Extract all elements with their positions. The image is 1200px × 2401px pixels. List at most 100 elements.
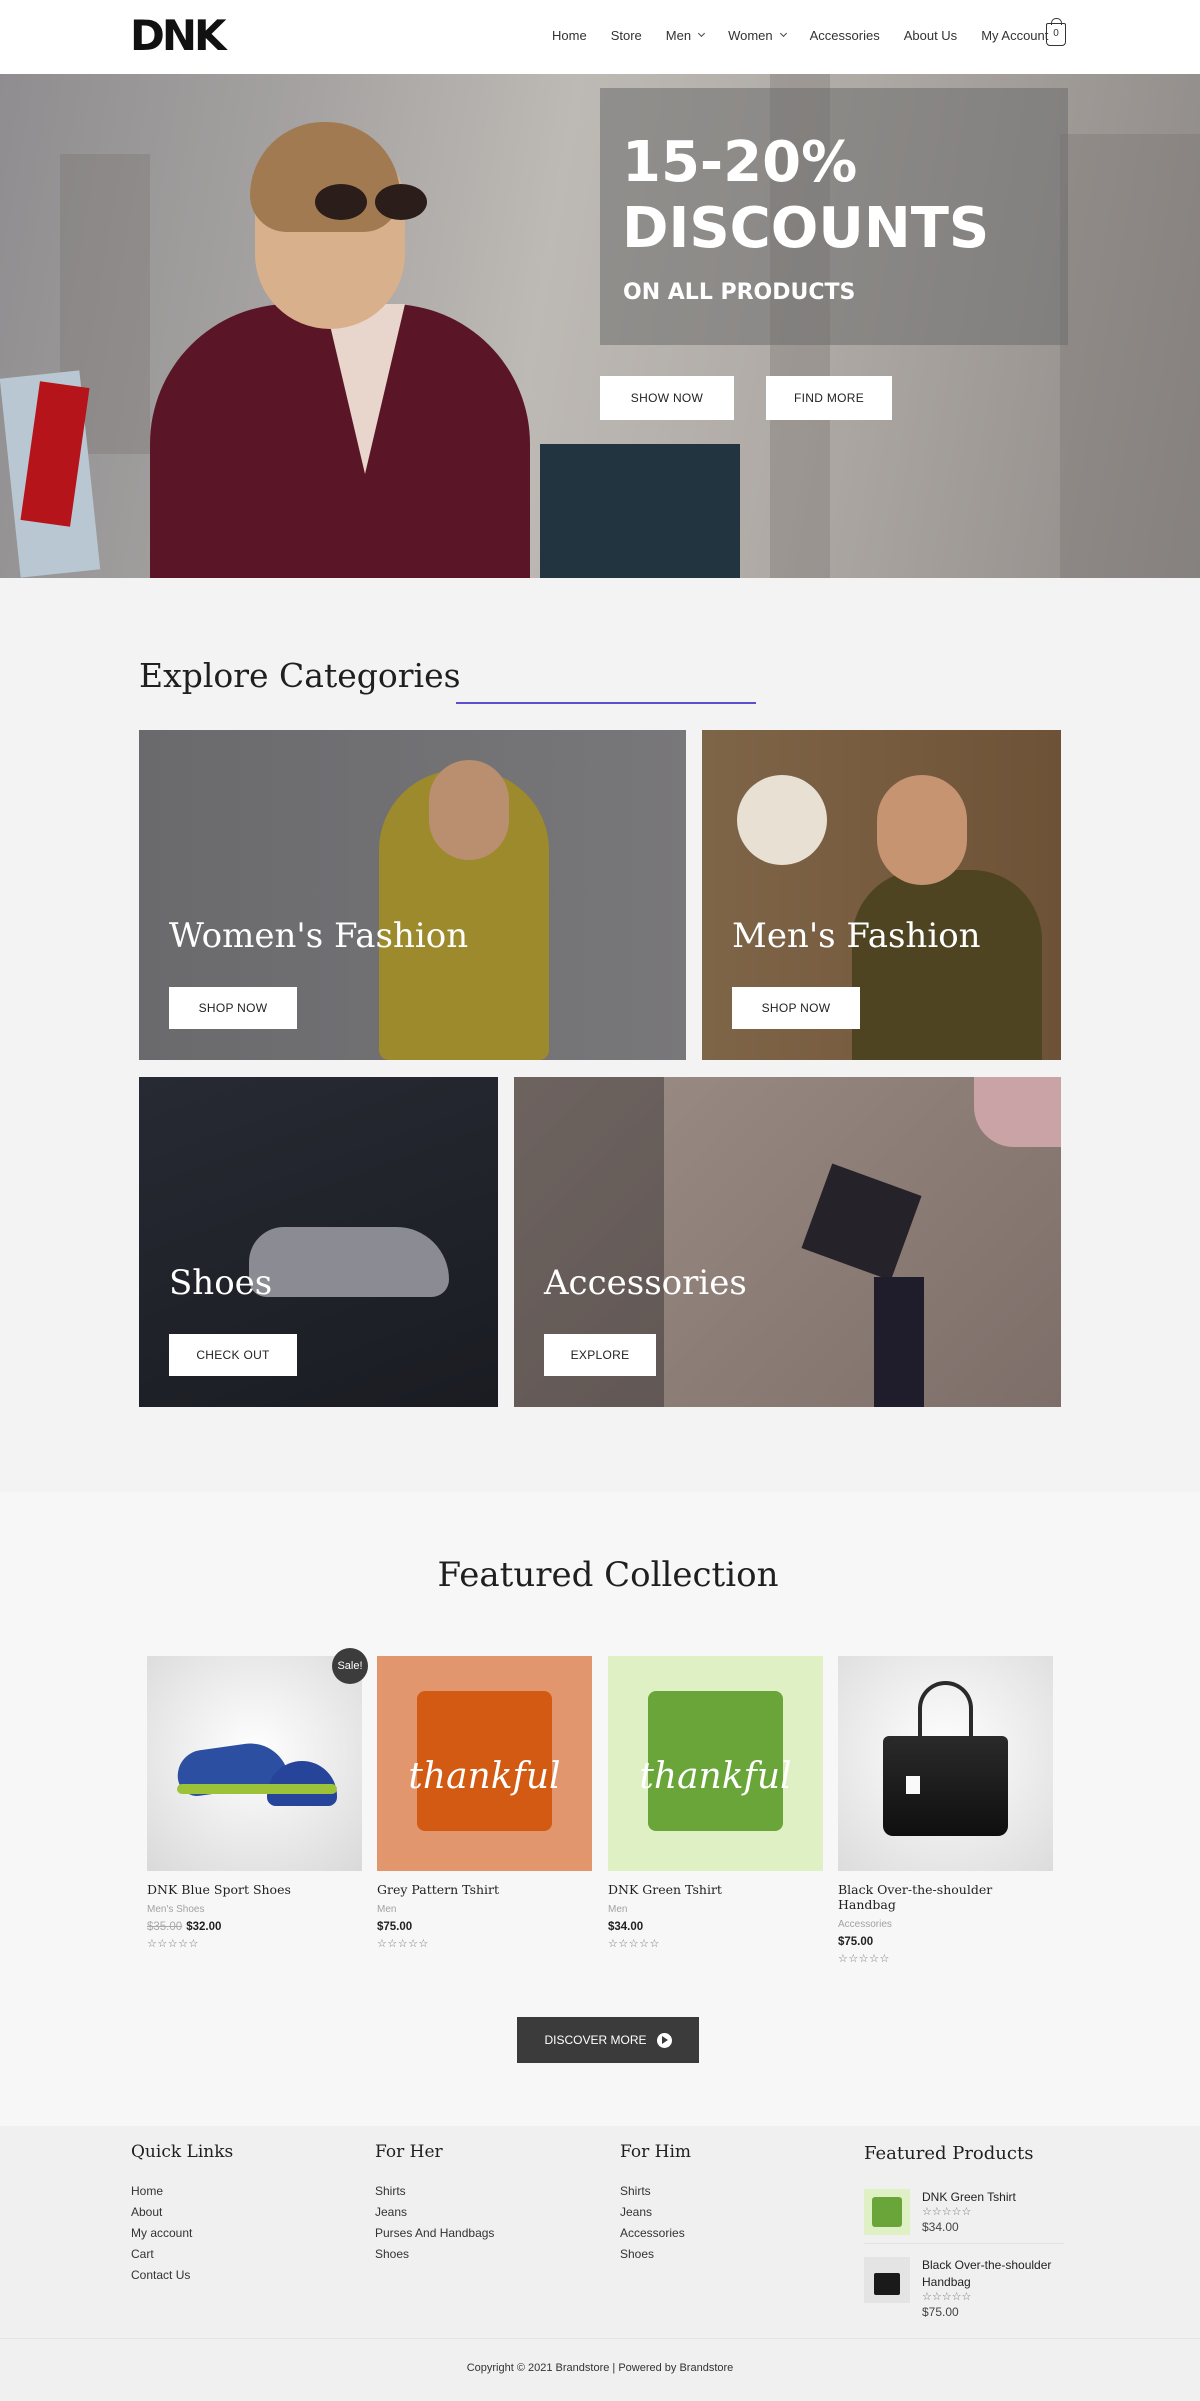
product-card[interactable]: Black Over-the-shoulder Handbag Accessor… xyxy=(838,1656,1053,1965)
product-card[interactable]: thankful Grey Pattern Tshirt Men $75.00 … xyxy=(377,1656,592,1950)
footer-product-info: DNK Green Tshirt ☆☆☆☆☆ $34.00 xyxy=(922,2189,1016,2235)
find-more-button[interactable]: FIND MORE xyxy=(766,376,892,420)
site-header: DNK Home Store Men Women Accessories Abo… xyxy=(0,0,1200,74)
category-card-shoes[interactable]: Shoes CHECK OUT xyxy=(139,1077,498,1407)
nav-women[interactable]: Women xyxy=(716,28,798,43)
product-image[interactable]: Sale! xyxy=(147,1648,368,1871)
footer-link-my-account[interactable]: My account xyxy=(131,2223,233,2244)
product-name[interactable]: Grey Pattern Tshirt xyxy=(377,1882,592,1897)
hero-line-2: DISCOUNTS xyxy=(622,196,990,261)
rating-stars-icon: ☆☆☆☆☆ xyxy=(608,1938,660,1950)
product-image[interactable] xyxy=(838,1656,1053,1871)
product-name[interactable]: DNK Green Tshirt xyxy=(608,1882,823,1897)
category-card-womens[interactable]: Women's Fashion SHOP NOW xyxy=(139,730,686,1060)
category-model-image xyxy=(852,870,1042,1060)
product-price: $35.00 $32.00 xyxy=(147,1921,362,1933)
footer-quick-links: Quick Links Home About My account Cart C… xyxy=(131,2142,233,2286)
footer-link-jeans[interactable]: Jeans xyxy=(375,2202,494,2223)
discover-more-label: DISCOVER MORE xyxy=(544,2033,647,2047)
product-category[interactable]: Men xyxy=(608,1904,823,1915)
footer-link-jeans[interactable]: Jeans xyxy=(620,2202,691,2223)
handbag-image xyxy=(874,2273,900,2295)
hero-line-1: 15-20% xyxy=(622,130,858,195)
product-name[interactable]: Black Over-the-shoulder Handbag xyxy=(838,1882,1053,1912)
product-category[interactable]: Men xyxy=(377,1904,592,1915)
hero-background-building xyxy=(1060,134,1200,578)
sale-badge: Sale! xyxy=(332,1648,368,1684)
watch-image xyxy=(801,1163,922,1281)
category-title: Accessories xyxy=(544,1263,747,1303)
nav-about-us[interactable]: About Us xyxy=(892,28,969,43)
category-model-face xyxy=(877,775,967,885)
nav-store-label: Store xyxy=(610,27,642,43)
footer-product-thumbnail[interactable] xyxy=(864,2189,910,2235)
nav-my-account-label: My Account xyxy=(981,27,1049,43)
nav-men-label: Men xyxy=(665,27,692,43)
category-title: Shoes xyxy=(169,1263,273,1303)
nav-store[interactable]: Store xyxy=(599,28,654,43)
show-now-button[interactable]: SHOW NOW xyxy=(600,376,734,420)
nav-accessories[interactable]: Accessories xyxy=(798,28,892,43)
footer-for-him: For Him Shirts Jeans Accessories Shoes xyxy=(620,2142,691,2265)
product-card[interactable]: Sale! DNK Blue Sport Shoes Men's Shoes $… xyxy=(147,1648,368,1950)
check-out-shoes-button[interactable]: CHECK OUT xyxy=(169,1334,297,1376)
shopping-bag-image xyxy=(540,444,740,578)
discover-more-button[interactable]: DISCOVER MORE xyxy=(517,2017,699,2063)
footer-link-about[interactable]: About xyxy=(131,2202,233,2223)
product-image[interactable]: thankful xyxy=(608,1656,823,1871)
shop-now-womens-button[interactable]: SHOP NOW xyxy=(169,987,297,1029)
category-title: Men's Fashion xyxy=(732,916,981,956)
footer-for-her: For Her Shirts Jeans Purses And Handbags… xyxy=(375,2142,494,2265)
footer-heading: Quick Links xyxy=(131,2142,234,2162)
hero-headline: 15-20% DISCOUNTS xyxy=(622,130,989,262)
site-logo[interactable]: DNK xyxy=(130,14,227,58)
footer-product-name[interactable]: Black Over-the-shoulder Handbag xyxy=(922,2257,1064,2291)
tshirt-print-text: thankful xyxy=(639,1756,792,1797)
product-category[interactable]: Accessories xyxy=(838,1919,1053,1930)
footer-link-shirts[interactable]: Shirts xyxy=(620,2181,691,2202)
footer-link-home[interactable]: Home xyxy=(131,2181,233,2202)
product-image[interactable]: thankful xyxy=(377,1656,592,1871)
footer-product-thumbnail[interactable] xyxy=(864,2257,910,2303)
handbag-image xyxy=(883,1736,1008,1836)
footer-product-item[interactable]: Black Over-the-shoulder Handbag ☆☆☆☆☆ $7… xyxy=(864,2257,1064,2320)
main-nav: Home Store Men Women Accessories About U… xyxy=(540,0,1060,70)
footer-featured-products: Featured Products xyxy=(864,2143,1033,2183)
category-card-mens[interactable]: Men's Fashion SHOP NOW xyxy=(702,730,1061,1060)
product-category[interactable]: Men's Shoes xyxy=(147,1904,362,1915)
footer-divider xyxy=(0,2338,1200,2339)
product-price: $75.00 xyxy=(838,1936,874,1948)
tshirt-image xyxy=(872,2197,902,2227)
category-card-accessories[interactable]: Accessories EXPLORE xyxy=(514,1077,1061,1407)
explore-accessories-button[interactable]: EXPLORE xyxy=(544,1334,656,1376)
product-price: $34.00 xyxy=(608,1921,644,1933)
cart-count: 0 xyxy=(1053,28,1059,39)
cart-icon[interactable]: 0 xyxy=(1046,18,1066,46)
footer-link-cart[interactable]: Cart xyxy=(131,2244,233,2265)
footer-link-accessories[interactable]: Accessories xyxy=(620,2223,691,2244)
nav-men[interactable]: Men xyxy=(654,28,716,43)
footer-product-info: Black Over-the-shoulder Handbag ☆☆☆☆☆ $7… xyxy=(922,2257,1064,2320)
nav-home-label: Home xyxy=(552,27,587,43)
nav-home[interactable]: Home xyxy=(540,28,599,43)
hat-image xyxy=(737,775,827,865)
product-card[interactable]: thankful DNK Green Tshirt Men $34.00 ☆☆☆… xyxy=(608,1656,823,1950)
footer-product-item[interactable]: DNK Green Tshirt ☆☆☆☆☆ $34.00 xyxy=(864,2189,1016,2235)
rating-stars-icon: ☆☆☆☆☆ xyxy=(838,1953,890,1965)
product-name[interactable]: DNK Blue Sport Shoes xyxy=(147,1882,362,1897)
footer-product-divider xyxy=(864,2243,1064,2244)
shop-now-mens-button[interactable]: SHOP NOW xyxy=(732,987,860,1029)
rating-stars-icon: ☆☆☆☆☆ xyxy=(147,1938,199,1950)
footer-heading: For Her xyxy=(375,2142,443,2162)
flower-image xyxy=(974,1077,1061,1147)
footer-heading: Featured Products xyxy=(864,2143,1034,2164)
nav-accessories-label: Accessories xyxy=(809,27,880,43)
footer-product-name[interactable]: DNK Green Tshirt xyxy=(922,2189,1016,2206)
footer-link-contact-us[interactable]: Contact Us xyxy=(131,2265,233,2286)
footer-link-shoes[interactable]: Shoes xyxy=(620,2244,691,2265)
product-sale-price: $32.00 xyxy=(186,1921,222,1933)
footer-product-price: $34.00 xyxy=(922,2220,959,2234)
footer-link-shoes[interactable]: Shoes xyxy=(375,2244,494,2265)
footer-link-shirts[interactable]: Shirts xyxy=(375,2181,494,2202)
footer-link-purses-handbags[interactable]: Purses And Handbags xyxy=(375,2223,494,2244)
